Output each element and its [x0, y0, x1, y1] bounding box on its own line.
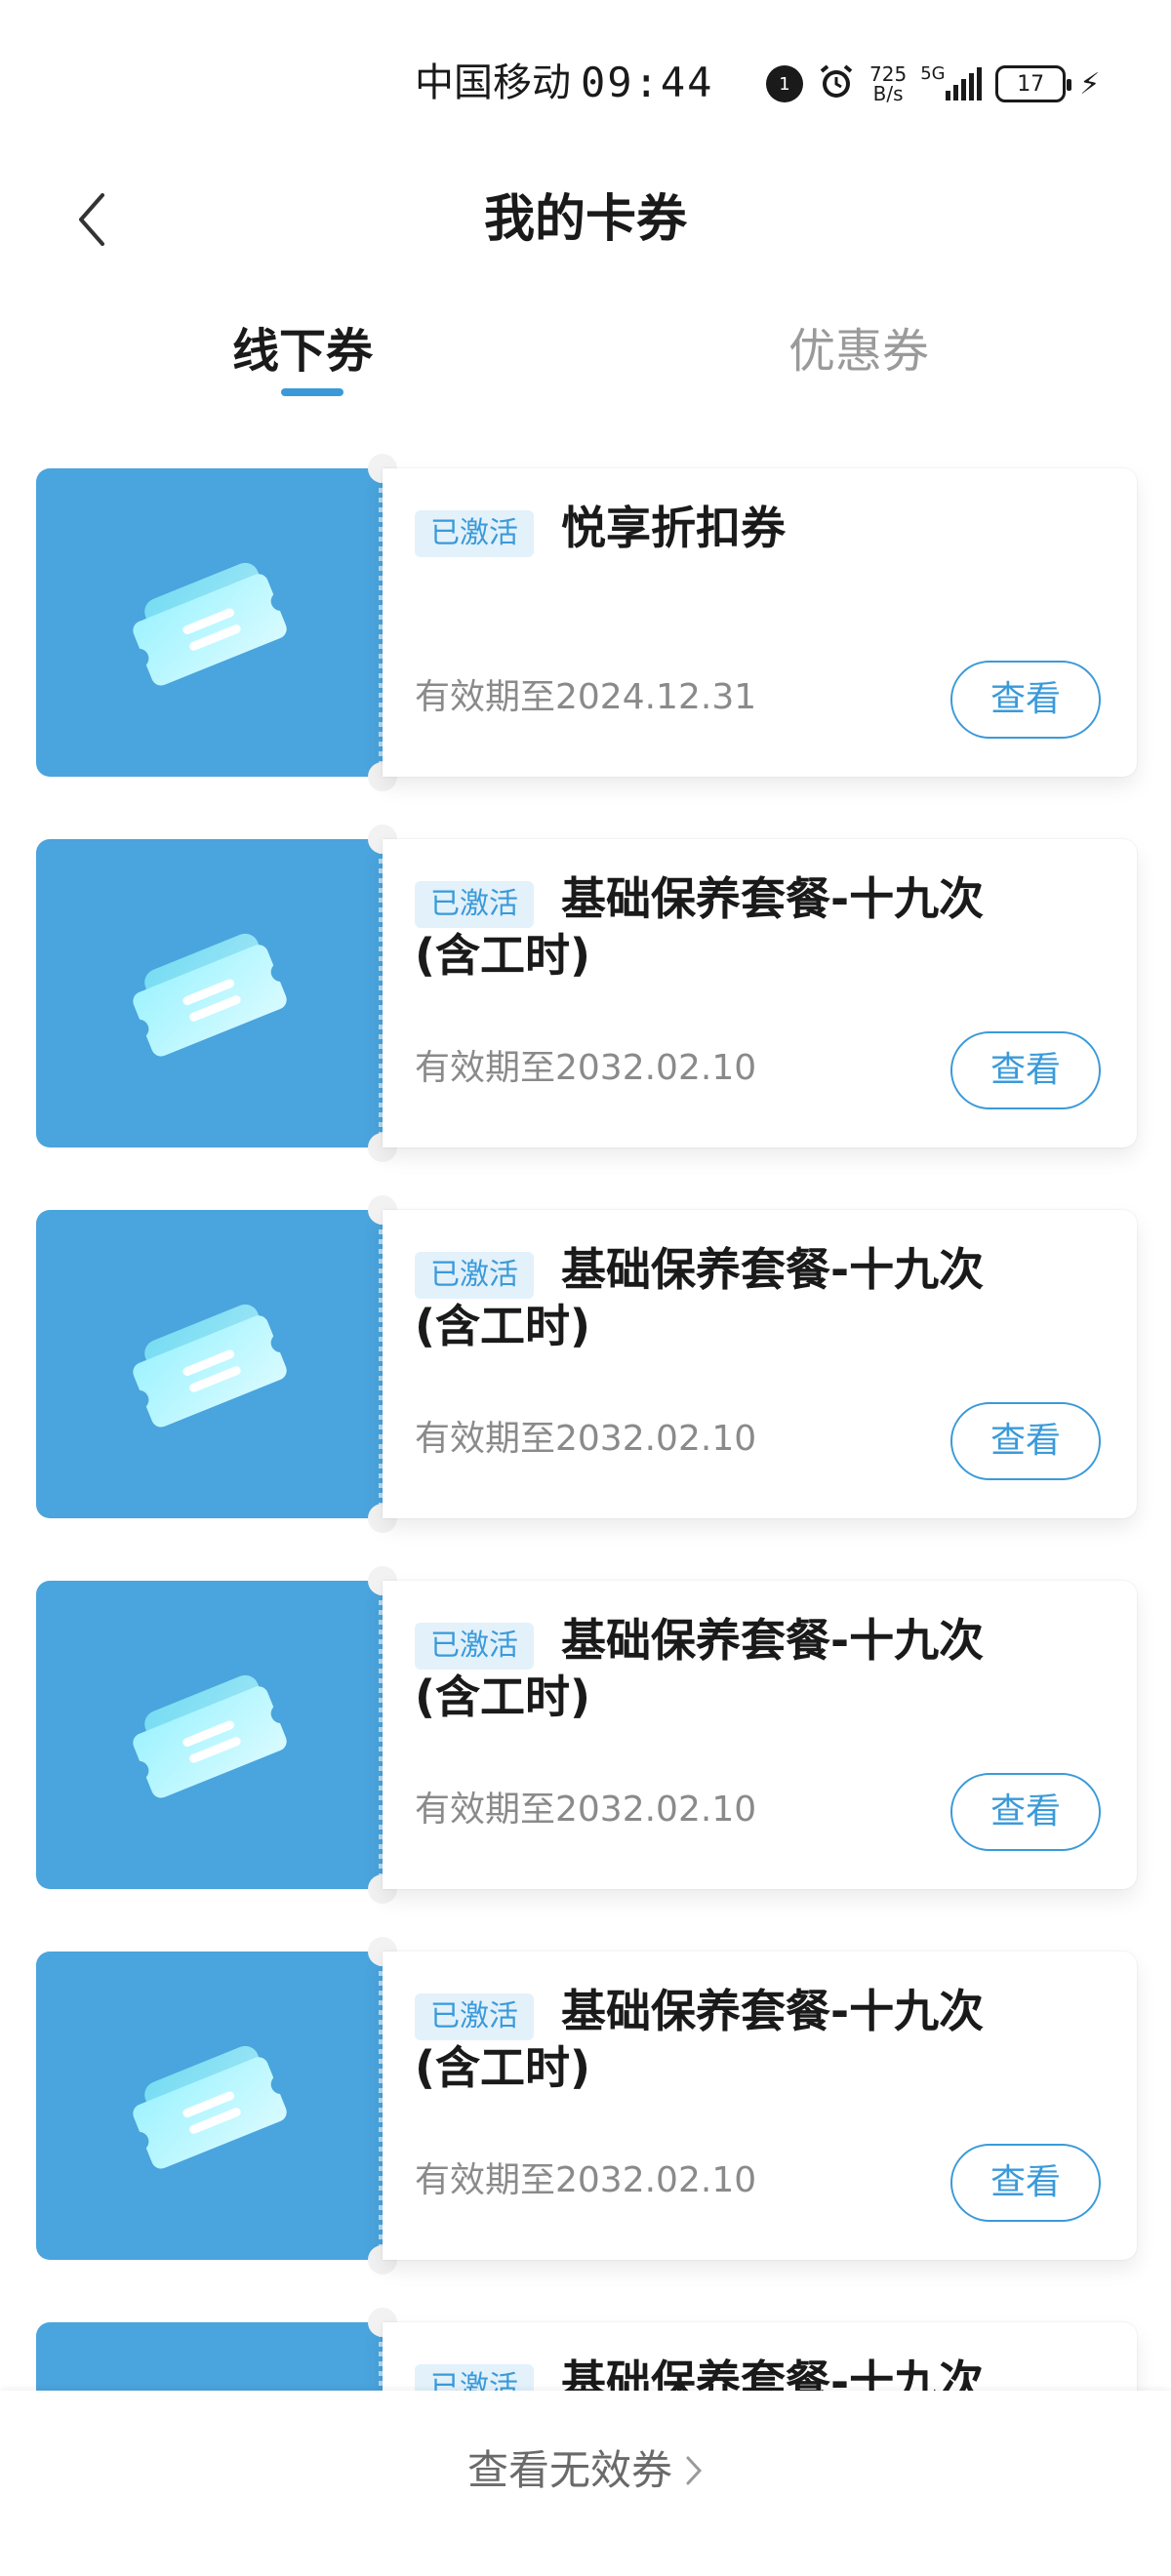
status-badge: 已激活	[415, 881, 534, 928]
bottom-bar: 查看无效券	[0, 2391, 1171, 2576]
status-badge: 已激活	[415, 1993, 534, 2040]
ticket-icon	[133, 1674, 287, 1798]
status-badge: 已激活	[415, 1623, 534, 1670]
signal-icon: 5G	[920, 63, 983, 101]
chevron-right-icon	[684, 2444, 704, 2503]
view-invalid-coupons-link[interactable]: 查看无效券	[0, 2441, 1171, 2503]
status-badge: 已激活	[415, 510, 534, 557]
coupon-image-panel	[36, 1210, 383, 1518]
charging-icon: ⚡	[1079, 66, 1101, 101]
coupon-card[interactable]: 基础保养套餐-十九次(含工时) 已激活 有效期至2032.02.10 查看	[36, 825, 1137, 1162]
view-button[interactable]: 查看	[950, 661, 1101, 739]
alarm-icon	[817, 62, 856, 105]
battery-icon: 17	[995, 65, 1072, 102]
coupon-page: 中国移动 09:44 1 725 B/s 5G 17 ⚡ 我的卡券 线下券 优惠…	[0, 0, 1171, 2576]
view-button[interactable]: 查看	[950, 1031, 1101, 1109]
ticket-icon	[133, 933, 287, 1057]
coupon-card[interactable]: 基础保养套餐-十九次(含工时) 已激活 有效期至2032.02.10 查看	[36, 1937, 1137, 2274]
page-title: 我的卡券	[483, 190, 687, 249]
net-speed: 725 B/s	[869, 64, 907, 103]
coupon-image-panel	[36, 1952, 383, 2260]
coupon-expiry: 有效期至2032.02.10	[415, 1048, 757, 1088]
coupon-image-panel	[36, 1581, 383, 1889]
coupon-expiry: 有效期至2032.02.10	[415, 1790, 757, 1830]
status-badge: 已激活	[415, 1252, 534, 1299]
coupon-card[interactable]: 基础保养套餐-十九次(含工时) 已激活 有效期至2032.02.10 查看	[36, 1566, 1137, 1904]
coupon-expiry: 有效期至2032.02.10	[415, 2160, 757, 2200]
ticket-icon	[133, 1304, 287, 1428]
carrier-name: 中国移动	[415, 60, 571, 105]
network-type: 5G	[920, 63, 946, 84]
coupon-card[interactable]: 悦享折扣券 已激活 有效期至2024.12.31 查看	[36, 454, 1137, 791]
status-icons: 1 725 B/s 5G 17 ⚡	[766, 60, 1100, 107]
ticket-icon	[133, 562, 287, 686]
coupon-image-panel	[36, 468, 383, 777]
hd-call-icon: 1	[766, 65, 803, 102]
ticket-icon	[133, 2045, 287, 2169]
coupon-image-panel	[36, 839, 383, 1147]
net-speed-unit: B/s	[872, 82, 904, 105]
view-invalid-coupons-label: 查看无效券	[466, 2446, 672, 2494]
status-time: 09:44	[581, 59, 714, 106]
coupon-expiry: 有效期至2032.02.10	[415, 1419, 757, 1459]
coupon-expiry: 有效期至2024.12.31	[415, 677, 757, 717]
status-bar: 中国移动 09:44 1 725 B/s 5G 17 ⚡	[0, 0, 1171, 146]
view-button[interactable]: 查看	[950, 2144, 1101, 2222]
view-button[interactable]: 查看	[950, 1402, 1101, 1480]
active-tab-indicator	[281, 388, 343, 396]
coupon-card[interactable]: 基础保养套餐-十九次(含工时) 已激活 有效期至2032.02.10 查看	[36, 1195, 1137, 1533]
tab-discount-coupons[interactable]: 优惠券	[788, 322, 929, 400]
view-button[interactable]: 查看	[950, 1773, 1101, 1851]
